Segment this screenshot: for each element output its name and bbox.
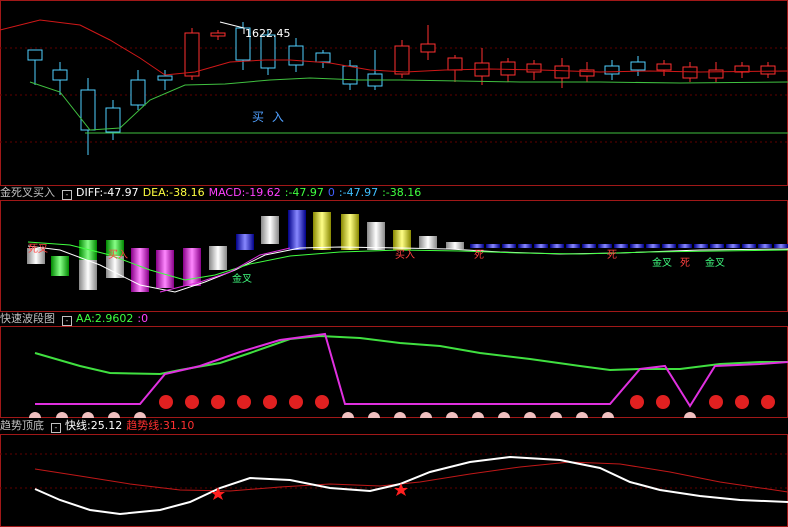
wave-title: 快速波段图	[0, 312, 55, 325]
high-price-label: 1622.45	[245, 27, 291, 40]
trend-line-value: 趋势线:31.10	[126, 419, 195, 432]
svg-text:金叉: 金叉	[652, 256, 672, 269]
buy-signal-label: 买 入	[252, 110, 286, 124]
dea-value: DEA:-38.16	[142, 186, 205, 199]
svg-text:金叉: 金叉	[232, 272, 252, 285]
fast-line-value: 快线:25.12	[65, 419, 123, 432]
collapse-toggle-icon[interactable]: -	[51, 423, 61, 433]
wave-indicator-header: 快速波段图 - AA:2.9602:0	[0, 312, 788, 326]
extra-value-4: :-38.16	[382, 186, 422, 199]
collapse-toggle-icon[interactable]: -	[62, 316, 72, 326]
wave-dots	[29, 395, 775, 418]
diff-value: DIFF:-47.97	[76, 186, 139, 199]
wave-panel[interactable]	[0, 326, 788, 418]
aa-value: AA:2.9602	[76, 312, 134, 325]
svg-text:死: 死	[680, 258, 690, 269]
macd-value: MACD:-19.62	[208, 186, 281, 199]
svg-text:金叉: 金叉	[705, 256, 725, 269]
macd-title: 金死叉买入	[0, 186, 55, 199]
price-candlestick-panel[interactable]: 1622.45 买 入	[0, 0, 788, 186]
svg-text:买入: 买入	[395, 249, 415, 261]
extra-value-2: 0	[327, 186, 335, 199]
svg-text:死叉: 死叉	[28, 243, 48, 255]
svg-text:死: 死	[607, 250, 617, 261]
trend-panel[interactable]	[0, 434, 788, 527]
macd-panel[interactable]: 死叉 买入 金叉 买入死死金叉死金叉	[0, 200, 788, 312]
collapse-toggle-icon[interactable]: -	[62, 190, 72, 200]
star-icon	[211, 487, 225, 500]
extra-value-1: :-47.97	[284, 186, 324, 199]
svg-text:死: 死	[474, 250, 484, 261]
fast-white-line	[34, 455, 788, 516]
macd-chart-svg: 死叉买入金叉买入死死金叉死金叉	[0, 200, 788, 312]
candlestick-series	[27, 22, 776, 155]
zero-value: :0	[137, 312, 149, 325]
trend-title: 趋势顶底	[0, 419, 44, 432]
price-chart-svg	[0, 0, 788, 186]
svg-text:买入: 买入	[108, 249, 128, 261]
aa-green-line	[34, 334, 788, 376]
extra-value-3: :-47.97	[338, 186, 379, 199]
stock-chart-window: 1622.45 买 入 金死叉买入 - DIFF:-47.97 DEA:-38.16 M…	[0, 0, 788, 527]
macd-indicator-header: 金死叉买入 - DIFF:-47.97 DEA:-38.16 MACD:-19.62:-…	[0, 186, 788, 200]
trend-indicator-header: 趋势顶底 - 快线:25.12 趋势线:31.10	[0, 418, 788, 434]
trend-chart-svg	[0, 434, 788, 527]
wave-chart-svg	[0, 326, 788, 418]
